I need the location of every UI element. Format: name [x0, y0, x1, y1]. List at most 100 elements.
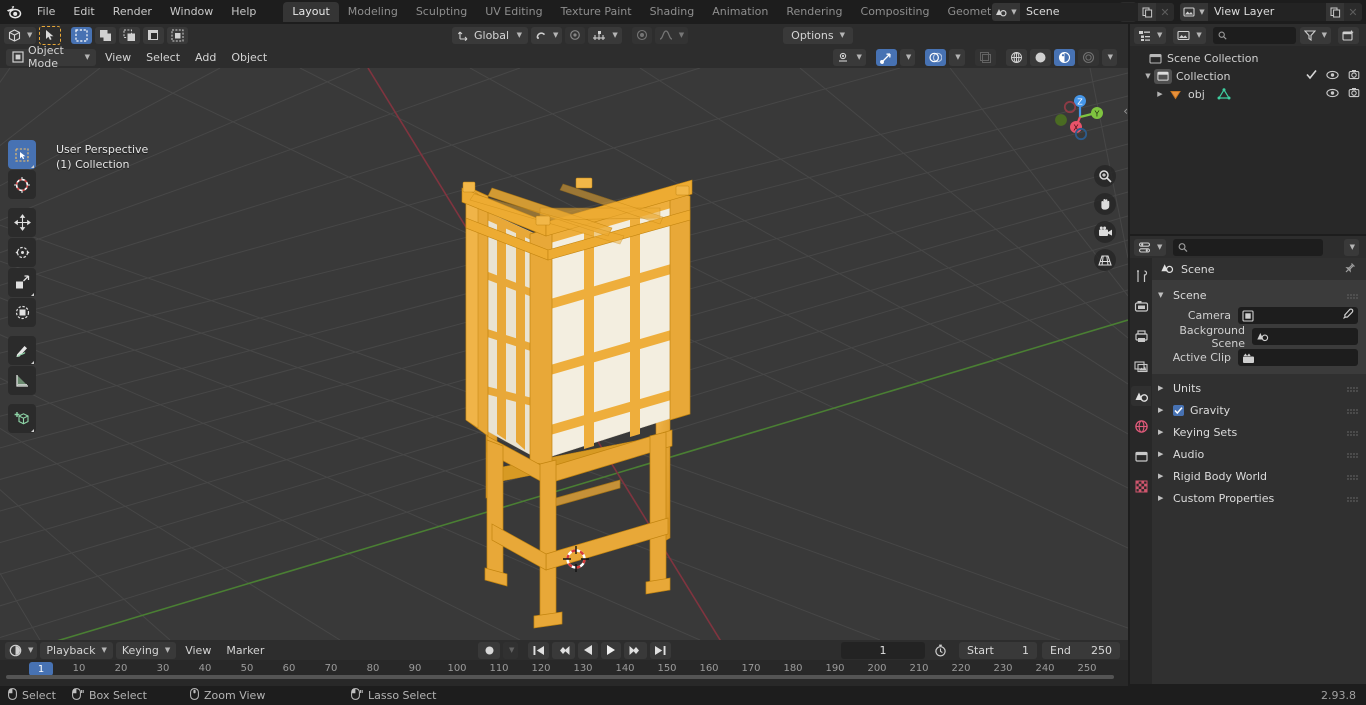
- select-extend-mode-button[interactable]: [95, 26, 117, 44]
- new-copy-icon[interactable]: [1326, 3, 1344, 21]
- properties-editor[interactable]: ▼ ▼ Scene ▼ Scene Camera Background Scen…: [1130, 236, 1366, 684]
- workspace-tab-layout[interactable]: Layout: [283, 2, 339, 22]
- menu-render[interactable]: Render: [104, 3, 161, 21]
- navigation-gizmo[interactable]: Z Y X: [1052, 89, 1108, 145]
- select-set-mode-button[interactable]: [71, 26, 93, 44]
- workspace-tab-compositing[interactable]: Compositing: [852, 2, 939, 22]
- menu-window[interactable]: Window: [161, 3, 222, 21]
- playhead[interactable]: 1: [29, 662, 53, 676]
- select-intersect-mode-button[interactable]: [167, 26, 189, 44]
- camera-icon[interactable]: [1094, 221, 1116, 243]
- prev-keyframe-icon[interactable]: [552, 641, 576, 659]
- object-mode-dropdown[interactable]: Object Mode ▼: [6, 44, 96, 70]
- properties-tab-world[interactable]: [1131, 416, 1151, 436]
- panel-audio[interactable]: ▶ Audio: [1152, 444, 1366, 464]
- tool-annotate[interactable]: [8, 336, 36, 365]
- unlink-x-icon[interactable]: ✕: [1344, 3, 1362, 21]
- pin-icon[interactable]: [1344, 262, 1356, 277]
- scene-panel-header[interactable]: ▼ Scene: [1152, 285, 1366, 305]
- editor-type-properties-icon[interactable]: ▼: [1134, 238, 1167, 256]
- expander-closed-icon[interactable]: ▶: [1158, 494, 1167, 502]
- eye-icon[interactable]: [1326, 88, 1339, 101]
- visibility-eye-icon[interactable]: ▼: [833, 48, 866, 66]
- viewport-canvas[interactable]: User Perspective (1) Collection Z Y X ‹: [0, 68, 1128, 640]
- pivot-point-icon[interactable]: [631, 26, 652, 44]
- scene-selector[interactable]: ▼ Scene ✕: [992, 3, 1174, 21]
- outliner-search-input[interactable]: [1212, 26, 1296, 44]
- snap-magnet-icon[interactable]: ▼: [531, 26, 563, 44]
- overlays-dropdown[interactable]: ▼: [949, 48, 965, 66]
- expander-open-icon[interactable]: ▼: [1158, 291, 1167, 299]
- shading-wireframe-button[interactable]: [1005, 48, 1027, 66]
- workspace-tab-uv-editing[interactable]: UV Editing: [476, 2, 551, 22]
- record-dropdown-chevron-down-icon[interactable]: ▼: [503, 641, 519, 659]
- shading-material-preview-button[interactable]: [1053, 48, 1075, 66]
- unlink-x-icon[interactable]: ✕: [1156, 3, 1174, 21]
- panel-gravity[interactable]: ▶ Gravity: [1152, 400, 1366, 420]
- timeline-menu-playback[interactable]: Playback ▼: [40, 641, 113, 659]
- properties-tab-collection[interactable]: [1131, 446, 1151, 466]
- properties-search-field[interactable]: [1192, 240, 1319, 254]
- eye-icon[interactable]: [1326, 70, 1339, 83]
- outliner-row-collection[interactable]: ▼ Collection: [1130, 67, 1366, 85]
- workspace-tab-rendering[interactable]: Rendering: [777, 2, 851, 22]
- view-layer-name-field[interactable]: View Layer: [1208, 3, 1326, 21]
- editor-type-timeline-icon[interactable]: ▼: [5, 641, 38, 659]
- viewport-menu-object[interactable]: Object: [225, 49, 273, 66]
- expander-closed-icon[interactable]: ▶: [1158, 472, 1167, 480]
- sidebar-toggle-arrow-icon[interactable]: ‹: [1123, 104, 1128, 118]
- active-clip-field[interactable]: [1238, 349, 1358, 366]
- editor-type-3dview-icon[interactable]: ▼: [4, 26, 37, 44]
- background-scene-field[interactable]: [1252, 328, 1358, 345]
- scene-icon[interactable]: ▼: [992, 3, 1020, 21]
- frame-start-field[interactable]: Start 1: [959, 641, 1037, 659]
- view-layer-icon[interactable]: ▼: [1180, 3, 1208, 21]
- tool-measure[interactable]: [8, 366, 36, 395]
- expander-closed-icon[interactable]: ▶: [1158, 450, 1167, 458]
- menu-edit[interactable]: Edit: [64, 3, 103, 21]
- overlays-icon[interactable]: [925, 48, 947, 66]
- select-subtract-mode-button[interactable]: [119, 26, 141, 44]
- stopwatch-icon[interactable]: [930, 642, 951, 659]
- tool-add-cube[interactable]: [8, 404, 36, 433]
- outliner-editor[interactable]: ▼ ▼ ▼ Scene Collection ▼ Collection ▶ ob…: [1130, 24, 1366, 234]
- camera-icon[interactable]: [1348, 87, 1360, 101]
- mesh-data-icon[interactable]: [1217, 88, 1231, 100]
- menu-file[interactable]: File: [28, 3, 64, 21]
- gizmo-dropdown[interactable]: ▼: [899, 48, 916, 66]
- next-keyframe-icon[interactable]: [624, 641, 648, 659]
- view-layer-selector[interactable]: ▼ View Layer ✕: [1180, 3, 1362, 21]
- tool-tweak-select[interactable]: [8, 140, 36, 169]
- options-dropdown[interactable]: Options ▼: [783, 26, 853, 44]
- new-copy-icon[interactable]: [1138, 3, 1156, 21]
- blender-logo-icon[interactable]: [0, 0, 28, 24]
- 3d-viewport[interactable]: ▼ Global ▼ ▼ ▼ ▼ Options ▼ Object Mode ▼…: [0, 24, 1128, 640]
- filter-funnel-icon[interactable]: ▼: [1299, 26, 1331, 44]
- perspective-grid-icon[interactable]: [1094, 249, 1116, 271]
- properties-options-chevron-down-icon[interactable]: ▼: [1343, 238, 1359, 256]
- editor-type-outliner-icon[interactable]: ▼: [1134, 26, 1167, 44]
- mirror-icon[interactable]: ▼: [654, 26, 689, 44]
- panel-units[interactable]: ▶ Units: [1152, 378, 1366, 398]
- expander-open-icon[interactable]: ▼: [1142, 72, 1154, 80]
- xray-toggle-icon[interactable]: [974, 48, 996, 66]
- menu-help[interactable]: Help: [222, 3, 265, 21]
- outliner-row-obj[interactable]: ▶ obj: [1130, 85, 1366, 103]
- viewport-menu-add[interactable]: Add: [189, 49, 222, 66]
- play-icon[interactable]: [601, 641, 622, 659]
- scene-name-field[interactable]: Scene: [1020, 3, 1138, 21]
- toolbar-select-box[interactable]: [39, 25, 62, 45]
- outliner-search-field[interactable]: [1230, 28, 1291, 42]
- eyedropper-icon[interactable]: [1341, 308, 1354, 324]
- camera-icon[interactable]: [1348, 69, 1360, 83]
- tool-transform[interactable]: [8, 298, 36, 327]
- workspace-tab-sculpting[interactable]: Sculpting: [407, 2, 476, 22]
- outliner-row-scene-collection[interactable]: Scene Collection: [1130, 49, 1366, 67]
- magnifier-plus-icon[interactable]: [1094, 165, 1116, 187]
- jump-end-icon[interactable]: [650, 641, 672, 659]
- workspace-tab-modeling[interactable]: Modeling: [339, 2, 407, 22]
- workspace-tab-shading[interactable]: Shading: [641, 2, 704, 22]
- checkbox-checked-icon[interactable]: [1306, 69, 1317, 83]
- new-collection-icon[interactable]: [1338, 26, 1359, 44]
- proportional-falloff-icon[interactable]: ▼: [588, 26, 622, 44]
